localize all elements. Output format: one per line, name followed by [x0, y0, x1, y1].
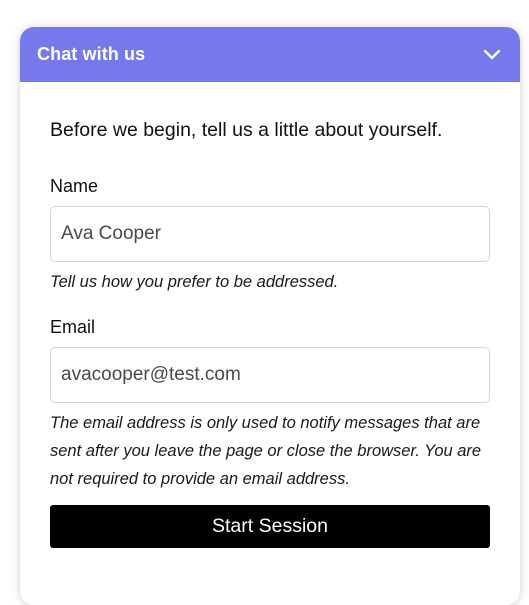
chat-form: Before we begin, tell us a little about … — [20, 82, 520, 548]
intro-text: Before we begin, tell us a little about … — [50, 119, 443, 141]
chat-widget: Chat with us Before we begin, tell us a … — [20, 27, 520, 605]
chat-header[interactable]: Chat with us — [20, 27, 520, 82]
name-hint: Tell us how you prefer to be addressed. — [50, 273, 339, 291]
email-label: Email — [50, 317, 96, 337]
email-input[interactable] — [50, 347, 490, 403]
start-session-button[interactable]: Start Session — [50, 505, 490, 548]
chevron-down-icon[interactable] — [482, 45, 502, 65]
chat-title: Chat with us — [37, 44, 146, 64]
chevron-down-svg — [483, 49, 501, 59]
name-input[interactable] — [50, 206, 490, 262]
name-label: Name — [50, 176, 99, 196]
email-hint: The email address is only used to notify… — [50, 414, 482, 488]
